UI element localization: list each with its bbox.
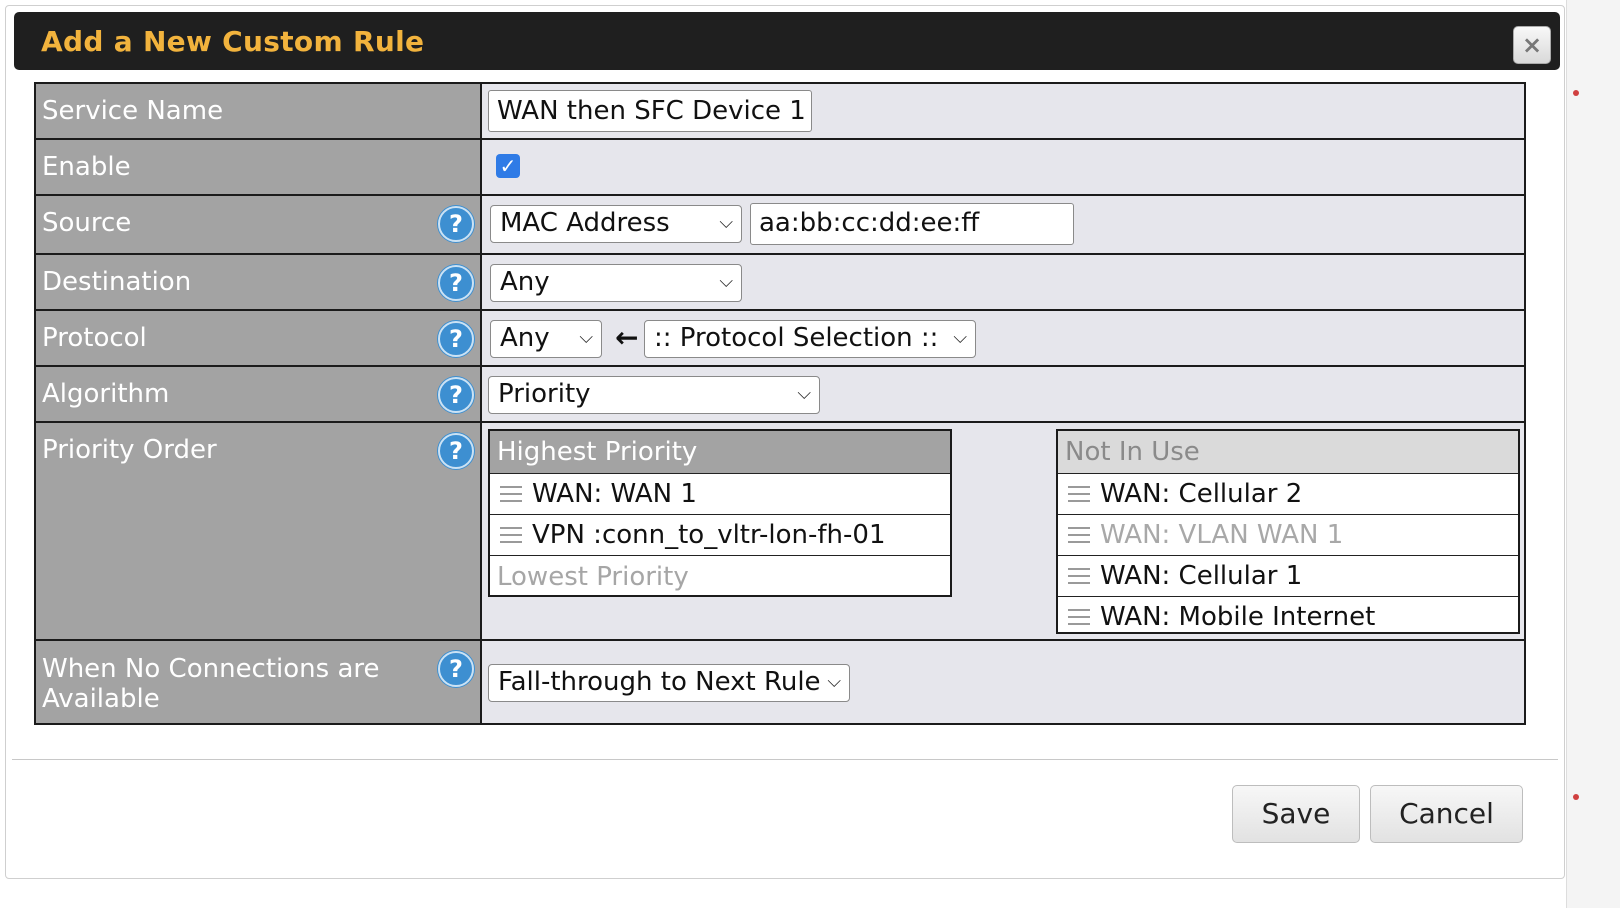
chevron-down-icon: ⌵ <box>579 327 593 348</box>
source-label: Source <box>42 208 132 238</box>
close-icon[interactable]: × <box>1513 26 1551 64</box>
source-help-icon[interactable]: ? <box>438 206 474 242</box>
lowest-priority-footer: Lowest Priority <box>497 562 689 592</box>
source-mac-input[interactable]: aa:bb:cc:dd:ee:ff <box>750 203 1074 245</box>
save-button[interactable]: Save <box>1232 785 1360 843</box>
row-service-name: Service Name WAN then SFC Device 1 <box>34 82 1526 140</box>
enable-checkbox[interactable]: ✓ <box>496 154 520 178</box>
row-algorithm: Algorithm ? Priority ⌵ <box>34 365 1526 423</box>
cancel-button[interactable]: Cancel <box>1370 785 1523 843</box>
row-source: Source ? MAC Address ⌵ aa:bb:cc:dd:ee:ff <box>34 194 1526 255</box>
list-item[interactable]: WAN: Cellular 1 <box>1058 556 1518 597</box>
service-name-input[interactable]: WAN then SFC Device 1 <box>488 90 812 132</box>
dialog-title: Add a New Custom Rule <box>41 25 425 58</box>
chevron-down-icon: ⌵ <box>719 271 733 292</box>
protocol-help-icon[interactable]: ? <box>438 321 474 357</box>
footer-divider <box>12 759 1558 760</box>
arrow-left-icon: ← <box>615 321 639 354</box>
no-connections-select[interactable]: Fall-through to Next Rule ⌵ <box>488 664 850 702</box>
not-in-use-header: Not In Use <box>1058 431 1518 474</box>
priority-in-use-list: Highest Priority WAN: WAN 1 VPN :conn_to… <box>488 429 952 597</box>
no-connections-label-line1: When No Connections are <box>42 654 380 684</box>
list-item[interactable]: VPN :conn_to_vltr-lon-fh-01 <box>490 515 950 556</box>
drag-handle-icon[interactable] <box>1068 527 1090 543</box>
list-item[interactable]: WAN: Mobile Internet <box>1058 597 1518 637</box>
chevron-down-icon: ⌵ <box>953 327 967 348</box>
background-marker <box>1573 794 1579 800</box>
dialog-titlebar: Add a New Custom Rule × <box>14 12 1560 70</box>
row-priority-order: Priority Order ? Highest Priority WAN: W… <box>34 421 1526 641</box>
protocol-selection-select[interactable]: :: Protocol Selection :: ⌵ <box>644 320 976 358</box>
destination-label: Destination <box>42 267 192 297</box>
row-destination: Destination ? Any ⌵ <box>34 253 1526 311</box>
algorithm-select[interactable]: Priority ⌵ <box>488 376 820 414</box>
rule-form-table: Service Name WAN then SFC Device 1 Enabl… <box>34 82 1526 725</box>
priority-order-label: Priority Order <box>42 435 217 465</box>
algorithm-help-icon[interactable]: ? <box>438 377 474 413</box>
drag-handle-icon[interactable] <box>1068 568 1090 584</box>
destination-help-icon[interactable]: ? <box>438 265 474 301</box>
not-in-use-list: Not In Use WAN: Cellular 2 WAN: VLAN WAN… <box>1056 429 1520 634</box>
background-marker <box>1573 90 1579 96</box>
highest-priority-header: Highest Priority <box>490 431 950 474</box>
enable-label: Enable <box>42 152 131 182</box>
list-item[interactable]: WAN: WAN 1 <box>490 474 950 515</box>
drag-handle-icon[interactable] <box>1068 486 1090 502</box>
no-connections-label-line2: Available <box>42 684 160 714</box>
chevron-down-icon: ⌵ <box>797 383 811 404</box>
row-no-connections: When No Connections are Available ? Fall… <box>34 639 1526 725</box>
algorithm-label: Algorithm <box>42 379 170 409</box>
priority-order-help-icon[interactable]: ? <box>438 433 474 469</box>
row-enable: Enable ✓ <box>34 138 1526 196</box>
drag-handle-icon[interactable] <box>1068 609 1090 625</box>
protocol-select[interactable]: Any ⌵ <box>490 320 602 358</box>
drag-handle-icon[interactable] <box>500 527 522 543</box>
chevron-down-icon: ⌵ <box>827 671 841 692</box>
background-page-strip <box>1566 0 1620 908</box>
drag-handle-icon[interactable] <box>500 486 522 502</box>
list-item[interactable]: WAN: VLAN WAN 1 <box>1058 515 1518 556</box>
source-type-select[interactable]: MAC Address ⌵ <box>490 205 742 243</box>
chevron-down-icon: ⌵ <box>719 212 733 233</box>
service-name-label: Service Name <box>42 96 224 126</box>
no-connections-help-icon[interactable]: ? <box>438 651 474 687</box>
row-protocol: Protocol ? Any ⌵ ← :: Protocol Selection… <box>34 309 1526 367</box>
protocol-label: Protocol <box>42 323 147 353</box>
list-item[interactable]: WAN: Cellular 2 <box>1058 474 1518 515</box>
destination-select[interactable]: Any ⌵ <box>490 264 742 302</box>
